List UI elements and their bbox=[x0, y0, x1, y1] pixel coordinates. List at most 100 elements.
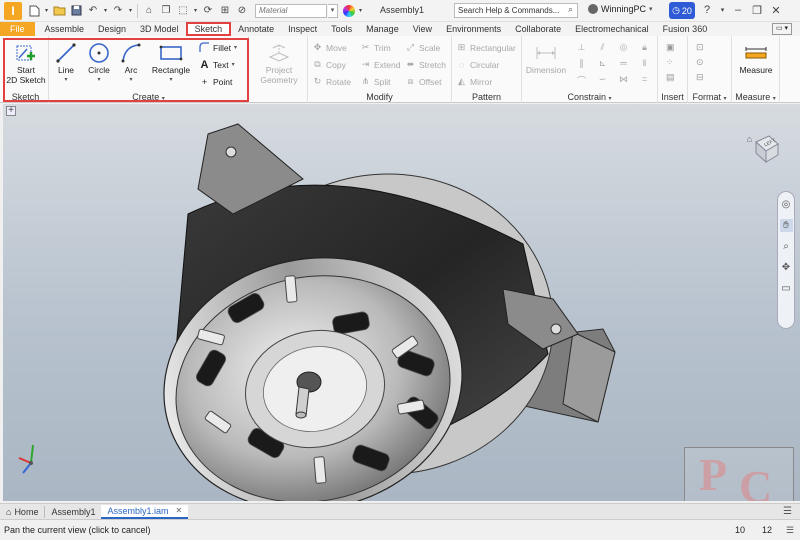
search-icon[interactable]: ⌕ bbox=[568, 4, 573, 15]
minimize-icon[interactable]: – bbox=[731, 3, 745, 17]
zoom-icon[interactable]: ⌕ bbox=[780, 240, 793, 253]
fix-icon[interactable]: 🔒︎ bbox=[635, 42, 654, 56]
tab-file[interactable]: File bbox=[0, 22, 35, 36]
tab-manage[interactable]: Manage bbox=[359, 22, 406, 36]
chevron-down-icon[interactable]: ▾ bbox=[719, 3, 726, 17]
text-button[interactable]: A Text ▾ bbox=[199, 58, 235, 71]
fillet-button[interactable]: Fillet ▾ bbox=[199, 41, 237, 54]
open-folder-icon[interactable] bbox=[51, 3, 67, 19]
image-icon[interactable]: ▣ bbox=[666, 42, 675, 53]
measure-button[interactable]: Measure bbox=[734, 41, 778, 75]
point-button[interactable]: + Point bbox=[199, 75, 233, 88]
rotate-button[interactable]: ↻ Rotate bbox=[312, 75, 351, 88]
start-2d-sketch-button[interactable]: Start 2D Sketch bbox=[5, 41, 47, 85]
smooth-icon[interactable]: ∽ bbox=[593, 74, 612, 88]
material-dropdown-arrow[interactable]: ▾ bbox=[328, 3, 338, 18]
mirror-button[interactable]: ◭ Mirror bbox=[456, 75, 492, 88]
split-button[interactable]: ⋔ Split bbox=[360, 75, 391, 88]
panel-title-constrain[interactable]: Constrain ▾ bbox=[522, 92, 657, 102]
user-account[interactable]: WinningPC ▾ bbox=[588, 4, 653, 14]
parallel-icon[interactable]: ∥ bbox=[572, 58, 591, 72]
vertical-icon[interactable]: ‖ bbox=[635, 58, 654, 72]
close-icon[interactable]: ✕ bbox=[769, 3, 783, 17]
tab-collaborate[interactable]: Collaborate bbox=[508, 22, 568, 36]
circular-pattern-button[interactable]: ◌ Circular bbox=[456, 58, 499, 71]
pan-hand-icon[interactable]: ✋︎ bbox=[779, 219, 793, 232]
home-view-icon[interactable]: ⌂ bbox=[747, 134, 752, 144]
orbit-icon[interactable]: ✥ bbox=[780, 261, 793, 274]
panel-title-create[interactable]: Create ▾ bbox=[49, 92, 248, 102]
acad-icon[interactable]: ▤ bbox=[666, 72, 675, 83]
tab-sketch[interactable]: Sketch bbox=[185, 22, 232, 36]
symmetric-icon[interactable]: ⋈ bbox=[614, 74, 633, 88]
trim-button[interactable]: ✂ Trim bbox=[360, 41, 391, 54]
tab-environments[interactable]: Environments bbox=[439, 22, 508, 36]
look-at-icon[interactable]: ▭ bbox=[780, 282, 793, 295]
circle-button[interactable]: Circle ▾ bbox=[84, 41, 114, 85]
rectangle-button[interactable]: Rectangle ▾ bbox=[149, 41, 193, 85]
update-icon[interactable]: ⟳ bbox=[200, 3, 216, 19]
tab-view[interactable]: View bbox=[406, 22, 439, 36]
tab-3d-model[interactable]: 3D Model bbox=[133, 22, 186, 36]
construction-icon[interactable]: ⊡ bbox=[696, 42, 704, 53]
tab-assembly1[interactable]: Assembly1 bbox=[45, 505, 101, 519]
copy-icon[interactable]: ❐ bbox=[158, 3, 174, 19]
chevron-down-icon[interactable]: ▾ bbox=[43, 3, 50, 19]
help-search-input[interactable]: Search Help & Commands... bbox=[454, 3, 578, 18]
subscription-badge[interactable]: ◷ 20 bbox=[669, 2, 695, 19]
tab-design[interactable]: Design bbox=[91, 22, 133, 36]
rectangular-pattern-button[interactable]: ⊞ Rectangular bbox=[456, 41, 516, 54]
inventor-logo[interactable]: I bbox=[4, 1, 22, 20]
tab-tools[interactable]: Tools bbox=[324, 22, 359, 36]
collinear-icon[interactable]: ⫽ bbox=[593, 42, 612, 56]
tab-home[interactable]: ⌂ Home bbox=[0, 505, 44, 519]
close-icon[interactable]: ✕ bbox=[176, 504, 183, 518]
restore-icon[interactable]: ❐ bbox=[750, 3, 764, 17]
tabs-menu-icon[interactable]: ☰ bbox=[783, 506, 792, 517]
save-icon[interactable] bbox=[68, 3, 84, 19]
viewcube[interactable]: LEFT bbox=[754, 134, 780, 164]
graphics-viewport[interactable]: + LEFT ⌂ ◎ ✋︎ ⌕ ✥ ▭ P C bbox=[3, 104, 800, 501]
help-icon[interactable]: ? bbox=[700, 3, 714, 17]
horizontal-icon[interactable]: ═ bbox=[614, 58, 633, 72]
dimension-button[interactable]: Dimension bbox=[524, 41, 568, 75]
panel-title-measure[interactable]: Measure ▾ bbox=[732, 92, 779, 102]
chevron-down-icon[interactable]: ▾ bbox=[127, 3, 134, 19]
new-file-icon[interactable] bbox=[26, 3, 42, 19]
chevron-down-icon[interactable]: ▾ bbox=[356, 3, 365, 19]
tab-annotate[interactable]: Annotate bbox=[231, 22, 281, 36]
stretch-button[interactable]: ⬌ Stretch bbox=[405, 58, 446, 71]
redo-icon[interactable]: ↷ bbox=[110, 3, 126, 19]
chevron-down-icon[interactable]: ▾ bbox=[102, 3, 109, 19]
extend-button[interactable]: ⇥ Extend bbox=[360, 58, 401, 71]
coincident-icon[interactable]: ⊥ bbox=[572, 42, 591, 56]
motor-model[interactable] bbox=[3, 104, 800, 501]
perpendicular-icon[interactable]: ⊾ bbox=[593, 58, 612, 72]
tab-inspect[interactable]: Inspect bbox=[281, 22, 324, 36]
status-settings-icon[interactable]: ☰ bbox=[786, 525, 794, 536]
measure-icon[interactable]: ⊞ bbox=[217, 3, 233, 19]
tab-fusion-360[interactable]: Fusion 360 bbox=[656, 22, 715, 36]
equal-icon[interactable]: = bbox=[635, 74, 654, 88]
tab-electromechanical[interactable]: Electromechanical bbox=[568, 22, 656, 36]
home-icon[interactable]: ⌂ bbox=[141, 3, 157, 19]
offset-button[interactable]: ⧈ Offset bbox=[405, 75, 442, 88]
move-button[interactable]: ✥ Move bbox=[312, 41, 347, 54]
chevron-down-icon[interactable]: ▾ bbox=[192, 3, 199, 19]
line-button[interactable]: Line ▾ bbox=[52, 41, 80, 85]
ribbon-options-button[interactable]: ▭ ▾ bbox=[772, 23, 792, 35]
concentric-icon[interactable]: ◎ bbox=[614, 42, 633, 56]
points-icon[interactable]: ⁘ bbox=[666, 57, 675, 68]
centerline-icon[interactable]: ⊙ bbox=[696, 57, 704, 68]
appearance-icon[interactable] bbox=[343, 4, 355, 17]
no-style-icon[interactable]: ⊘ bbox=[234, 3, 250, 19]
driven-dimension-icon[interactable]: ⊟ bbox=[696, 72, 704, 83]
arc-button[interactable]: Arc ▾ bbox=[117, 41, 145, 85]
copy-button[interactable]: ⧉ Copy bbox=[312, 58, 346, 71]
tangent-icon[interactable]: ⌒ bbox=[572, 74, 591, 88]
material-select[interactable]: Material bbox=[255, 3, 327, 18]
tab-assemble[interactable]: Assemble bbox=[38, 22, 92, 36]
steering-wheel-icon[interactable]: ◎ bbox=[780, 198, 793, 211]
panel-title-format[interactable]: Format ▾ bbox=[688, 92, 731, 102]
undo-icon[interactable]: ↶ bbox=[85, 3, 101, 19]
